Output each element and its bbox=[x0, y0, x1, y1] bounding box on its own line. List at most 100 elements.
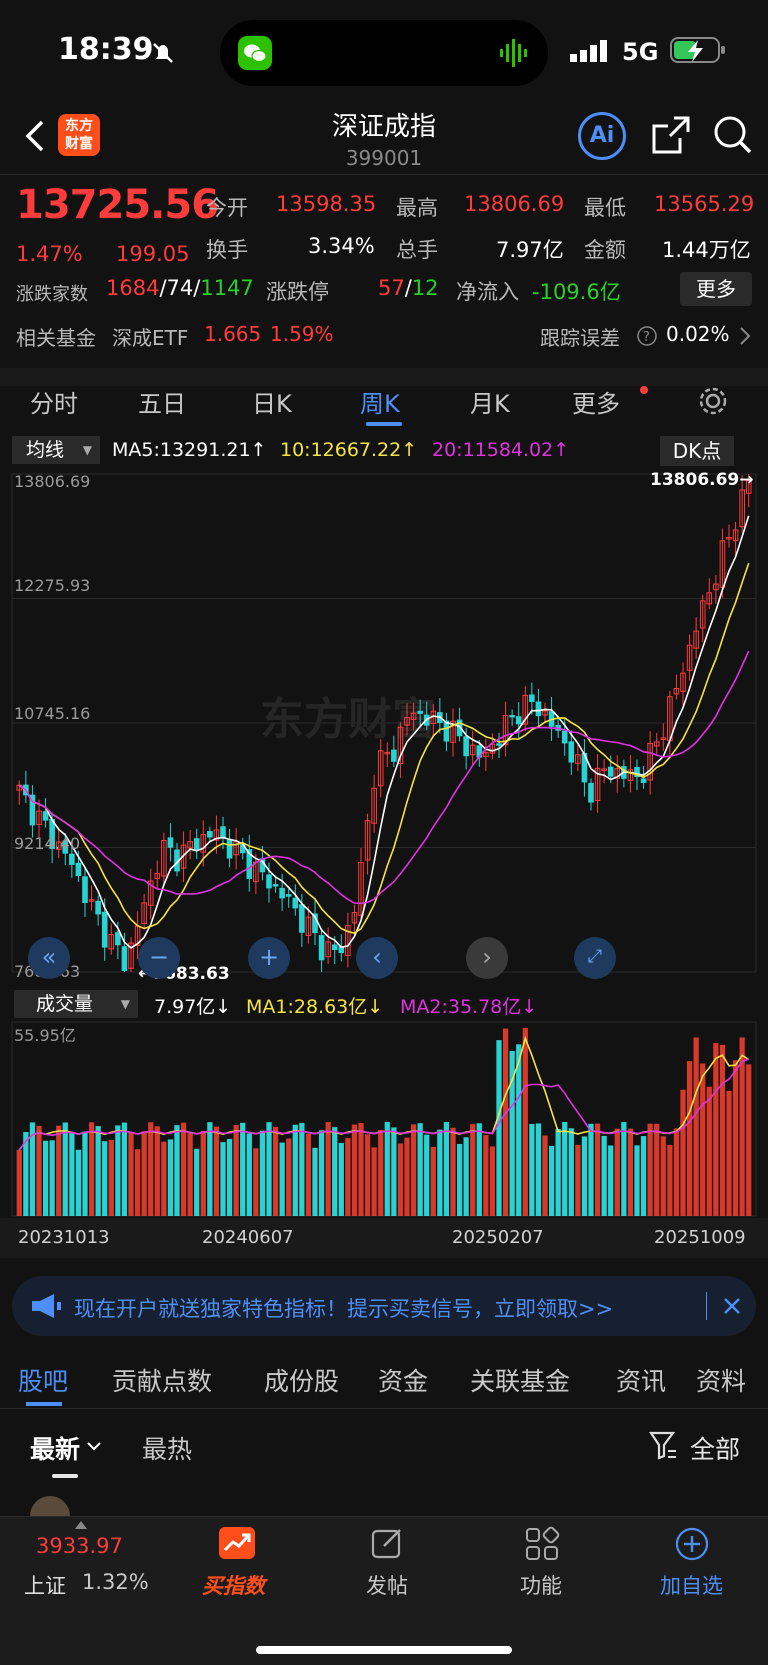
volume-bar bbox=[608, 1145, 614, 1216]
candle-body bbox=[95, 900, 101, 915]
high-marker: 13806.69→ bbox=[650, 470, 754, 490]
tab-related-funds[interactable]: 关联基金 bbox=[470, 1362, 570, 1398]
fund-label: 相关基金 bbox=[16, 326, 96, 350]
volume-bar bbox=[167, 1139, 174, 1216]
scroll-left-button[interactable]: ‹ bbox=[356, 937, 398, 979]
volume-bar bbox=[706, 1086, 712, 1216]
close-icon[interactable] bbox=[722, 1296, 742, 1316]
tab-fund-flow[interactable]: 资金 bbox=[378, 1362, 428, 1398]
sort-latest-button[interactable]: 最新 bbox=[30, 1430, 80, 1466]
share-icon[interactable] bbox=[650, 114, 692, 156]
volume-bar bbox=[516, 1044, 522, 1216]
volume-bar bbox=[207, 1122, 213, 1216]
tab-intraday[interactable]: 分时 bbox=[30, 384, 78, 419]
active-tab-underline bbox=[366, 422, 402, 426]
fund-name[interactable]: 深成ETF bbox=[112, 322, 188, 351]
volume-bar bbox=[601, 1135, 607, 1216]
chevron-right-icon[interactable] bbox=[738, 326, 752, 346]
avatar[interactable] bbox=[30, 1496, 70, 1516]
candle-body bbox=[167, 837, 174, 848]
tab-five-day[interactable]: 五日 bbox=[138, 384, 186, 419]
banner-text: 现在开户就送独家特色指标！提示买卖信号，立即领取>> bbox=[74, 1297, 614, 1321]
tab-daily-k[interactable]: 日K bbox=[252, 384, 292, 419]
kline-chart[interactable]: 东方财富 bbox=[0, 434, 768, 1264]
tab-more[interactable]: 更多 bbox=[572, 384, 620, 419]
mute-bell-icon bbox=[153, 43, 173, 63]
volume-bar bbox=[213, 1126, 220, 1216]
change-pct: 1.47% bbox=[16, 242, 83, 266]
candle-body bbox=[391, 749, 397, 762]
more-quote-button[interactable]: 更多 bbox=[680, 272, 752, 306]
volume-bar bbox=[391, 1127, 397, 1216]
scroll-right-button[interactable]: › bbox=[466, 937, 508, 979]
functions-button[interactable]: 功能 bbox=[520, 1570, 562, 1600]
sort-hot-button[interactable]: 最热 bbox=[142, 1430, 192, 1466]
sh-index-value[interactable]: 3933.97 bbox=[36, 1534, 123, 1558]
volume-bar bbox=[148, 1122, 154, 1216]
grid-functions-icon[interactable] bbox=[524, 1526, 560, 1562]
limit-up-count: 57 bbox=[378, 276, 405, 300]
promo-banner[interactable]: 现在开户就送独家特色指标！提示买卖信号，立即领取>> bbox=[12, 1276, 756, 1336]
volume-bar bbox=[654, 1123, 660, 1216]
candle-body bbox=[207, 831, 213, 838]
sh-index-pct[interactable]: 1.32% bbox=[82, 1570, 149, 1594]
volume-bar bbox=[69, 1132, 75, 1216]
tab-weekly-k[interactable]: 周K bbox=[360, 384, 400, 419]
volume-value: 7.97亿↓ bbox=[154, 996, 232, 1018]
volume-bar bbox=[364, 1134, 371, 1216]
edit-post-icon[interactable] bbox=[370, 1526, 406, 1562]
tab-constituents[interactable]: 成份股 bbox=[264, 1362, 339, 1398]
zoom-in-button[interactable]: + bbox=[248, 937, 290, 979]
gear-icon[interactable] bbox=[696, 384, 730, 418]
buy-index-button[interactable]: 买指数 bbox=[202, 1570, 265, 1600]
turnover-label: 换手 bbox=[206, 238, 248, 262]
low-value: 13565.29 bbox=[654, 192, 755, 216]
volume-indicator-select[interactable]: 成交量 ▼ bbox=[14, 990, 138, 1018]
volume-bar bbox=[384, 1122, 390, 1216]
volume-bar bbox=[318, 1130, 325, 1216]
ma-indicator-select[interactable]: 均线 ▼ bbox=[12, 436, 100, 464]
fullscreen-button[interactable]: ⤢ bbox=[574, 937, 616, 979]
volume-bar bbox=[332, 1127, 338, 1216]
volume-bar bbox=[259, 1130, 266, 1216]
limit-down-count: 12 bbox=[411, 276, 439, 300]
volume-bar bbox=[187, 1133, 193, 1216]
breadth-label: 涨跌家数 bbox=[16, 284, 88, 305]
filter-all-button[interactable]: 全部 bbox=[690, 1430, 740, 1466]
trend-chart-icon[interactable] bbox=[218, 1526, 256, 1560]
volume-bar bbox=[180, 1122, 187, 1216]
volume-bar bbox=[746, 1064, 752, 1216]
help-icon[interactable]: ? bbox=[636, 325, 658, 347]
date-label: 20240607 bbox=[202, 1227, 294, 1248]
ai-button[interactable]: Ai bbox=[578, 112, 626, 160]
candle-body bbox=[299, 904, 305, 933]
zoom-out-button[interactable]: − bbox=[138, 937, 180, 979]
status-bar: 18:39 5G bbox=[0, 0, 768, 100]
search-icon[interactable] bbox=[712, 114, 754, 156]
candle-body bbox=[42, 811, 49, 821]
volume-bar bbox=[594, 1123, 601, 1216]
volume-bar bbox=[562, 1122, 568, 1216]
breadth-values: 1684/74/1147 bbox=[106, 276, 254, 300]
sh-index-name[interactable]: 上证 bbox=[24, 1570, 66, 1600]
down-count: 1147 bbox=[200, 276, 254, 300]
dk-point-button[interactable]: DK点 bbox=[660, 436, 734, 466]
tracking-value: 0.02% bbox=[666, 322, 730, 346]
post-button[interactable]: 发帖 bbox=[366, 1570, 408, 1600]
candle-body bbox=[75, 862, 82, 876]
tab-guba[interactable]: 股吧 bbox=[18, 1362, 68, 1398]
tab-contribution[interactable]: 贡献点数 bbox=[112, 1362, 212, 1398]
change-value: 199.05 bbox=[116, 242, 190, 266]
add-watchlist-button[interactable]: 加自选 bbox=[660, 1570, 723, 1600]
tab-profile[interactable]: 资料 bbox=[696, 1362, 746, 1398]
ma5-value: MA5:13291.21↑ bbox=[112, 439, 267, 461]
filter-icon[interactable] bbox=[648, 1430, 678, 1462]
tab-monthly-k[interactable]: 月K bbox=[470, 384, 510, 419]
scroll-left-fast-button[interactable]: « bbox=[28, 937, 70, 979]
candle-body bbox=[640, 778, 647, 784]
volume-bar bbox=[62, 1122, 68, 1216]
volume-value: 7.97亿 bbox=[496, 238, 564, 262]
date-label: 20251009 bbox=[654, 1227, 746, 1248]
add-circle-icon[interactable] bbox=[674, 1526, 710, 1562]
tab-news[interactable]: 资讯 bbox=[616, 1362, 666, 1398]
